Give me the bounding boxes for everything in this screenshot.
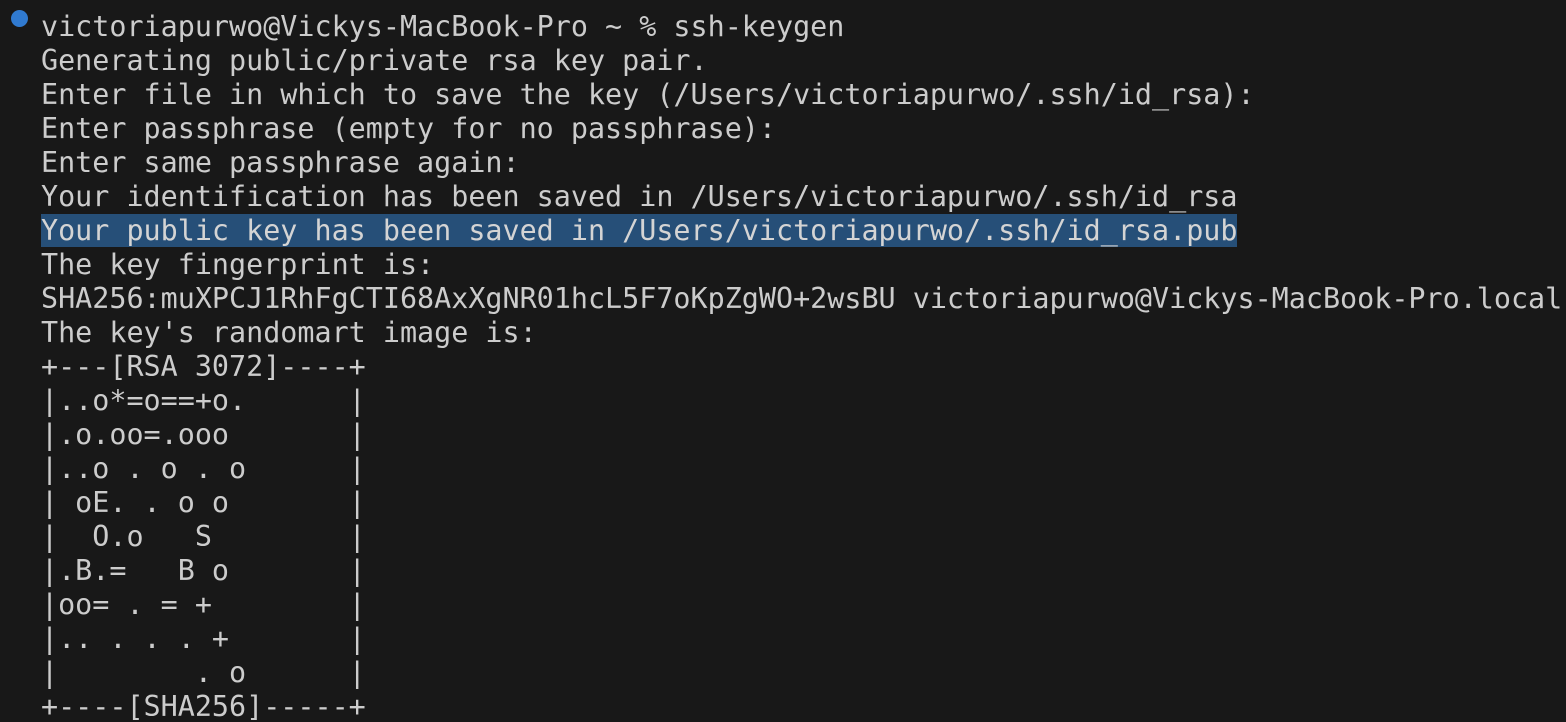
randomart-line: |oo= . = + |	[0, 588, 1566, 622]
terminal-line: The key's randomart image is:	[0, 316, 1566, 350]
randomart-text: |.. . . . + |	[41, 622, 366, 655]
randomart-text: |..o*=o==+o. |	[41, 384, 366, 417]
terminal-line: Enter file in which to save the key (/Us…	[0, 78, 1566, 112]
terminal-line: The key fingerprint is:	[0, 248, 1566, 282]
randomart-text: | O.o S |	[41, 520, 366, 553]
randomart-text: |.B.= B o |	[41, 554, 366, 587]
output-text: Enter passphrase (empty for no passphras…	[41, 112, 776, 145]
randomart-line: |.B.= B o |	[0, 554, 1566, 588]
randomart-line: | O.o S |	[0, 520, 1566, 554]
terminal-line-prompt: victoriapurwo@Vickys-MacBook-Pro ~ % ssh…	[0, 10, 1566, 44]
output-text: The key's randomart image is:	[41, 316, 537, 349]
terminal-line: Your identification has been saved in /U…	[0, 180, 1566, 214]
output-text: Enter file in which to save the key (/Us…	[41, 78, 1255, 111]
terminal-line: Generating public/private rsa key pair.	[0, 44, 1566, 78]
randomart-text: +---[RSA 3072]----+	[41, 350, 366, 383]
randomart-line: |..o*=o==+o. |	[0, 384, 1566, 418]
output-text: Generating public/private rsa key pair.	[41, 44, 708, 77]
randomart-line: | oE. . o o |	[0, 486, 1566, 520]
randomart-line: |..o . o . o |	[0, 452, 1566, 486]
output-text: Enter same passphrase again:	[41, 146, 520, 179]
terminal-line: Enter passphrase (empty for no passphras…	[0, 112, 1566, 146]
terminal-line: Enter same passphrase again:	[0, 146, 1566, 180]
output-text: The key fingerprint is:	[41, 248, 435, 281]
randomart-text: |..o . o . o |	[41, 452, 366, 485]
randomart-text: | oE. . o o |	[41, 486, 366, 519]
randomart-text: +----[SHA256]-----+	[41, 690, 366, 722]
randomart-line: |.o.oo=.ooo |	[0, 418, 1566, 452]
selected-text[interactable]: Your public key has been saved in /Users…	[41, 214, 1238, 247]
randomart-line: | . o |	[0, 656, 1566, 690]
randomart-line: |.. . . . + |	[0, 622, 1566, 656]
prompt-command-text: victoriapurwo@Vickys-MacBook-Pro ~ % ssh…	[41, 10, 845, 43]
randomart-text: | . o |	[41, 656, 366, 689]
terminal-line: SHA256:muXPCJ1RhFgCTI68AxXgNR01hcL5F7oKp…	[0, 282, 1566, 316]
randomart-text: |.o.oo=.ooo |	[41, 418, 366, 451]
randomart-line: +---[RSA 3072]----+	[0, 350, 1566, 384]
output-text: Your identification has been saved in /U…	[41, 180, 1238, 213]
randomart-line: +----[SHA256]-----+	[0, 690, 1566, 722]
terminal-panel[interactable]: victoriapurwo@Vickys-MacBook-Pro ~ % ssh…	[0, 0, 1566, 722]
terminal-line-selected[interactable]: Your public key has been saved in /Users…	[0, 214, 1566, 248]
randomart-text: |oo= . = + |	[41, 588, 366, 621]
fingerprint-text: SHA256:muXPCJ1RhFgCTI68AxXgNR01hcL5F7oKp…	[41, 282, 1563, 315]
